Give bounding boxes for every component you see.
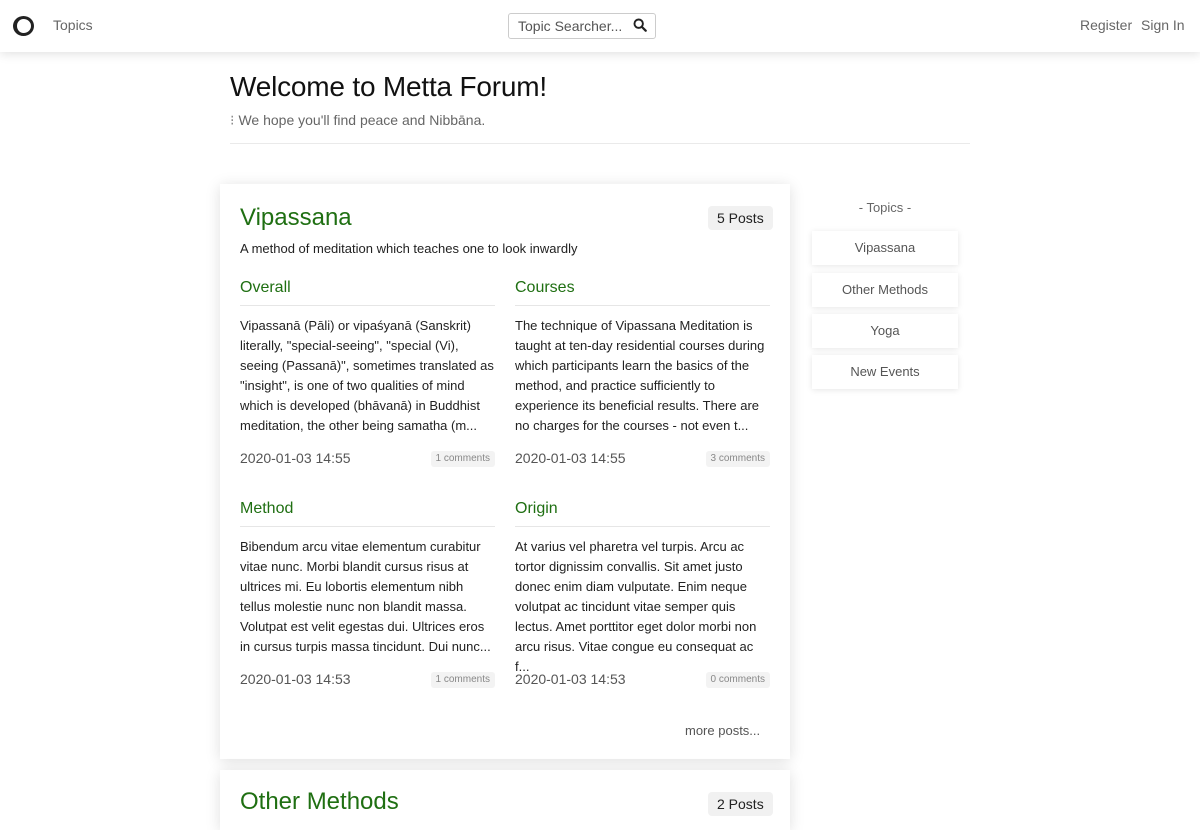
posts-count-badge: 2 Posts bbox=[708, 792, 773, 816]
top-navbar: Topics Register Sign In bbox=[0, 0, 1200, 52]
post-title[interactable]: Origin bbox=[515, 500, 770, 527]
post-title[interactable]: Overall bbox=[240, 279, 495, 306]
post-card: Overall Vipassanā (Pāli) or vipaśyanā (S… bbox=[240, 279, 495, 479]
subtitle-marker: ⁝ bbox=[230, 112, 235, 128]
post-title[interactable]: Courses bbox=[515, 279, 770, 306]
subtitle-text: We hope you'll find peace and Nibbāna. bbox=[238, 112, 486, 128]
sidebar-item-yoga[interactable]: Yoga bbox=[812, 314, 958, 348]
posts-count-badge: 5 Posts bbox=[708, 206, 773, 230]
post-card: Courses The technique of Vipassana Medit… bbox=[515, 279, 770, 479]
topic-search-input[interactable] bbox=[509, 14, 630, 38]
post-excerpt: Bibendum arcu vitae elementum curabitur … bbox=[240, 539, 491, 654]
nav-topics-link[interactable]: Topics bbox=[53, 17, 93, 33]
sidebar-item-other-methods[interactable]: Other Methods bbox=[812, 273, 958, 307]
search-icon[interactable] bbox=[633, 18, 647, 32]
topic-card-other-methods: Other Methods 2 Posts bbox=[220, 770, 790, 830]
header-divider bbox=[230, 143, 970, 144]
page-title: Welcome to Metta Forum! bbox=[230, 71, 547, 102]
sidebar-item-vipassana[interactable]: Vipassana bbox=[812, 231, 958, 265]
sidebar-title: - Topics - bbox=[858, 200, 912, 215]
post-date: 2020-01-03 14:55 bbox=[240, 450, 351, 466]
sidebar-item-new-events[interactable]: New Events bbox=[812, 355, 958, 389]
comments-badge[interactable]: 3 comments bbox=[705, 451, 770, 467]
ring-logo-icon[interactable] bbox=[13, 16, 34, 36]
post-date: 2020-01-03 14:53 bbox=[515, 671, 626, 687]
post-date: 2020-01-03 14:55 bbox=[515, 450, 626, 466]
comments-badge[interactable]: 1 comments bbox=[430, 672, 495, 688]
sign-in-link[interactable]: Sign In bbox=[1141, 17, 1185, 33]
register-link[interactable]: Register bbox=[1080, 17, 1132, 33]
comments-badge[interactable]: 0 comments bbox=[705, 672, 770, 688]
topic-description: A method of meditation which teaches one… bbox=[240, 241, 578, 256]
comments-badge[interactable]: 1 comments bbox=[430, 451, 495, 467]
post-excerpt: The technique of Vipassana Meditation is… bbox=[515, 318, 765, 433]
post-card: Method Bibendum arcu vitae elementum cur… bbox=[240, 500, 495, 700]
topic-card-vipassana: Vipassana 5 Posts A method of meditation… bbox=[220, 184, 790, 759]
post-excerpt: Vipassanā (Pāli) or vipaśyanā (Sanskrit)… bbox=[240, 318, 494, 433]
post-date: 2020-01-03 14:53 bbox=[240, 671, 351, 687]
post-excerpt: At varius vel pharetra vel turpis. Arcu … bbox=[515, 539, 757, 674]
topic-title[interactable]: Other Methods bbox=[240, 788, 399, 816]
topic-title[interactable]: Vipassana bbox=[240, 204, 352, 232]
page-subtitle: ⁝ We hope you'll find peace and Nibbāna. bbox=[230, 112, 485, 129]
more-posts-link[interactable]: more posts... bbox=[685, 723, 760, 738]
post-card: Origin At varius vel pharetra vel turpis… bbox=[515, 500, 770, 700]
post-title[interactable]: Method bbox=[240, 500, 495, 527]
topic-search-box bbox=[508, 13, 656, 39]
